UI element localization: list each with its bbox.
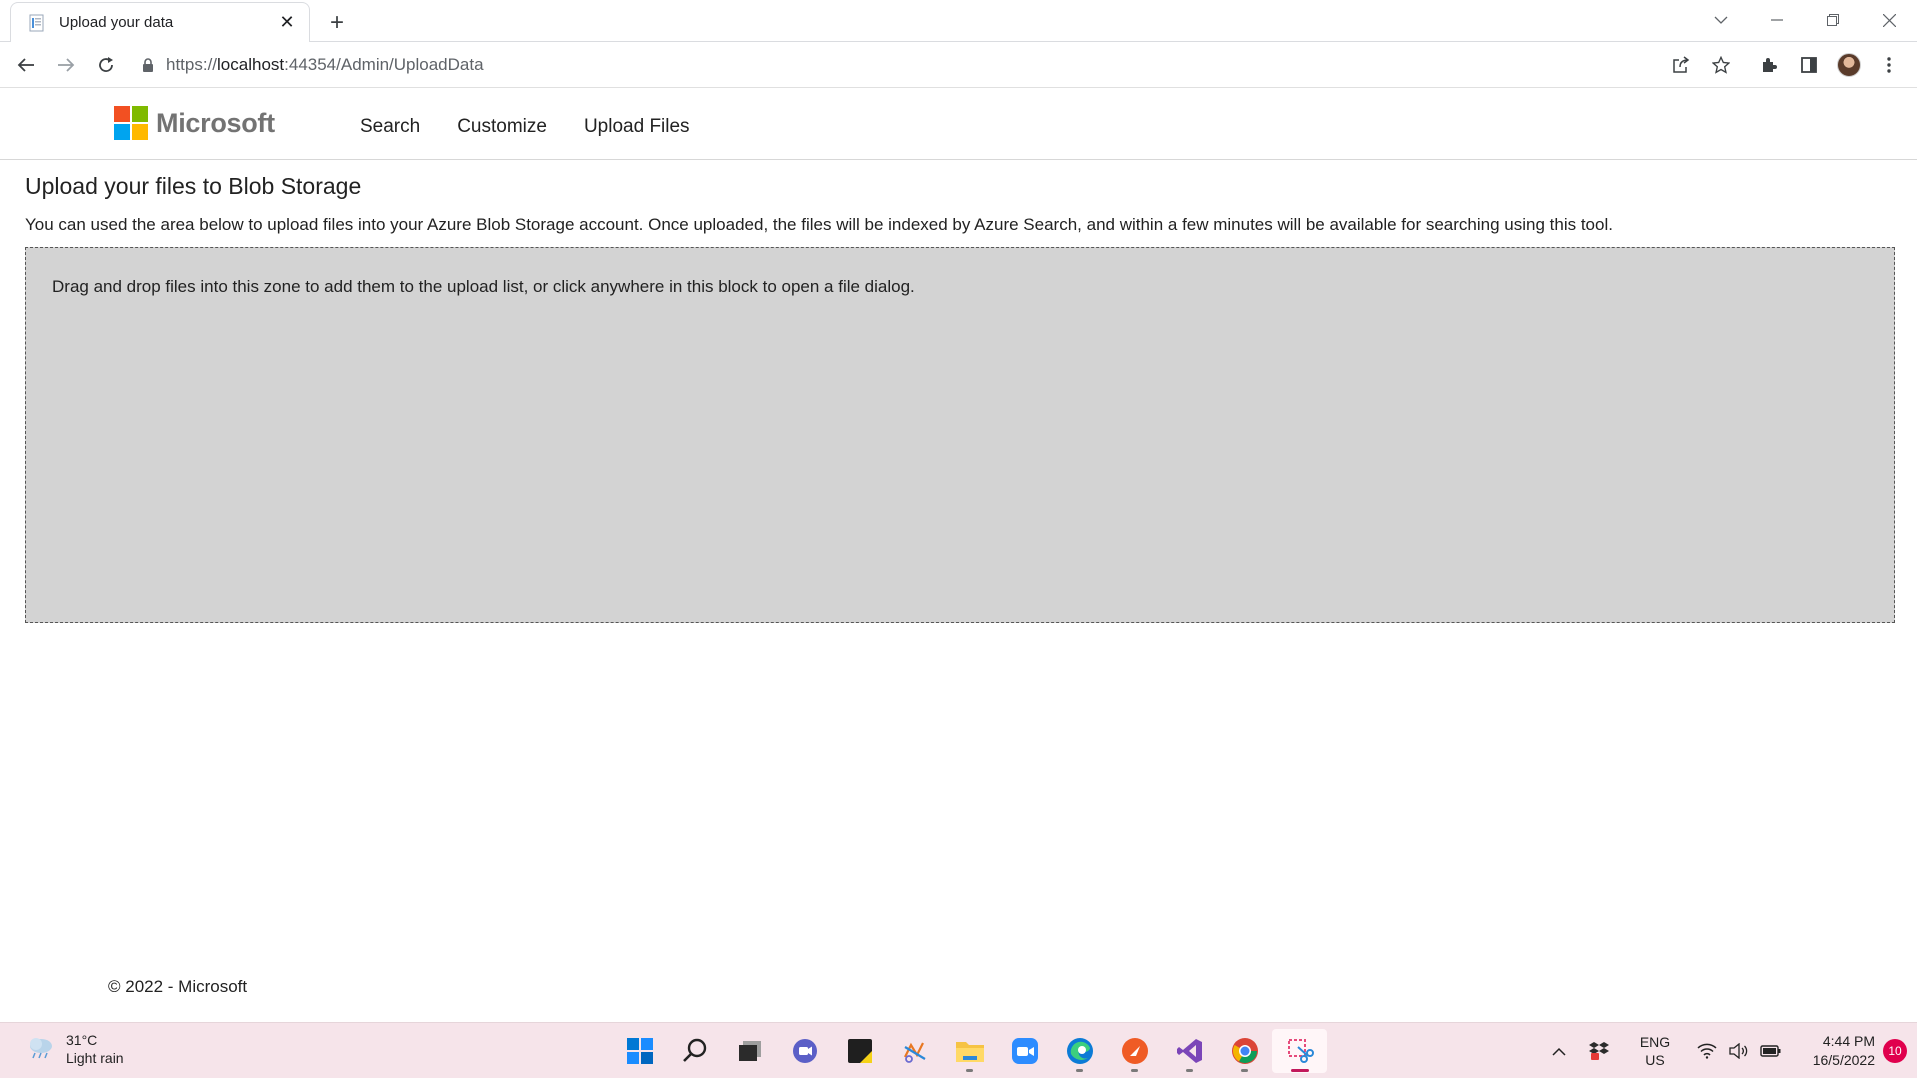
- page-favicon-icon: [27, 13, 47, 33]
- brand-name: Microsoft: [156, 107, 275, 138]
- clock[interactable]: 4:44 PM 16/5/2022: [1795, 1032, 1875, 1070]
- zoom-icon[interactable]: [997, 1029, 1052, 1073]
- teams-chat-icon[interactable]: [777, 1029, 832, 1073]
- nav-search[interactable]: Search: [360, 116, 420, 138]
- file-explorer-icon[interactable]: [942, 1029, 997, 1073]
- avatar: [1837, 52, 1861, 77]
- toolbar-actions: [1661, 45, 1909, 85]
- windows-taskbar: 31°C Light rain ENG US 4:44 PM 16/5/2022…: [0, 1022, 1917, 1078]
- chrome-icon[interactable]: [1217, 1029, 1272, 1073]
- forward-icon[interactable]: [46, 45, 86, 85]
- task-view-icon[interactable]: [722, 1029, 777, 1073]
- battery-charging-icon[interactable]: [1755, 1031, 1787, 1071]
- minimize-icon[interactable]: [1749, 0, 1805, 40]
- language-indicator[interactable]: ENG US: [1629, 1033, 1681, 1069]
- clock-time: 4:44 PM: [1822, 1033, 1875, 1049]
- notification-badge[interactable]: 10: [1883, 1039, 1907, 1063]
- reload-icon[interactable]: [86, 45, 126, 85]
- main-content: Upload your files to Blob Storage You ca…: [25, 160, 1895, 623]
- file-dropzone[interactable]: Drag and drop files into this zone to ad…: [25, 247, 1895, 623]
- taskbar-search-icon[interactable]: [667, 1029, 722, 1073]
- page-title: Upload your files to Blob Storage: [25, 173, 362, 199]
- extensions-icon[interactable]: [1749, 45, 1789, 85]
- browser-tab[interactable]: Upload your data ✕: [10, 2, 310, 42]
- wifi-icon[interactable]: [1691, 1031, 1723, 1071]
- page-description: You can used the area below to upload fi…: [25, 215, 1613, 234]
- profile-avatar[interactable]: [1829, 45, 1869, 85]
- region-code: US: [1645, 1052, 1665, 1068]
- edge-browser-icon[interactable]: [1052, 1029, 1107, 1073]
- bookmark-star-icon[interactable]: [1701, 45, 1741, 85]
- language-code: ENG: [1639, 1034, 1671, 1050]
- back-icon[interactable]: [6, 45, 46, 85]
- nav-customize[interactable]: Customize: [457, 116, 547, 138]
- browser-toolbar: https://localhost:44354/Admin/UploadData: [0, 42, 1917, 88]
- close-window-icon[interactable]: [1861, 0, 1917, 40]
- visual-studio-icon[interactable]: [1162, 1029, 1217, 1073]
- dropzone-message: Drag and drop files into this zone to ad…: [52, 277, 915, 296]
- microsoft-logo-icon: [114, 106, 148, 140]
- browser-tabstrip: Upload your data ✕ +: [0, 0, 1917, 42]
- share-icon[interactable]: [1661, 45, 1701, 85]
- weather-description: Light rain: [66, 1050, 124, 1066]
- brand-link[interactable]: Microsoft: [114, 106, 275, 140]
- tab-search-icon[interactable]: [1693, 0, 1749, 40]
- site-header: Microsoft Search Customize Upload Files: [0, 88, 1917, 160]
- system-tray: ENG US 4:44 PM 16/5/2022 10: [1543, 1023, 1917, 1079]
- window-controls: [1693, 0, 1917, 40]
- address-bar[interactable]: https://localhost:44354/Admin/UploadData: [132, 47, 1651, 83]
- volume-icon[interactable]: [1723, 1031, 1755, 1071]
- nav-upload-files[interactable]: Upload Files: [584, 116, 690, 138]
- sticky-notes-icon[interactable]: [832, 1029, 887, 1073]
- site-nav: Search Customize Upload Files: [360, 116, 727, 138]
- new-tab-icon[interactable]: +: [322, 8, 352, 38]
- taskbar-apps: [612, 1029, 1327, 1073]
- snipping-tool-icon[interactable]: [1272, 1029, 1327, 1073]
- side-panel-icon[interactable]: [1789, 45, 1829, 85]
- browser-menu-icon[interactable]: [1869, 45, 1909, 85]
- lock-icon[interactable]: [142, 57, 154, 72]
- url-host: localhost: [217, 54, 285, 74]
- start-menu-icon[interactable]: [612, 1029, 667, 1073]
- footer-copyright: © 2022 - Microsoft: [108, 977, 248, 996]
- weather-widget[interactable]: 31°C Light rain: [26, 1031, 124, 1067]
- close-tab-icon[interactable]: ✕: [275, 11, 299, 35]
- rain-cloud-icon: [26, 1034, 56, 1065]
- postman-icon[interactable]: [1107, 1029, 1162, 1073]
- tab-title: Upload your data: [59, 14, 174, 31]
- clock-date: 16/5/2022: [1812, 1052, 1875, 1068]
- url-prefix: https://: [166, 54, 218, 74]
- restore-icon[interactable]: [1805, 0, 1861, 40]
- url-path: :44354/Admin/UploadData: [284, 54, 484, 74]
- weather-temperature: 31°C: [66, 1032, 98, 1048]
- show-hidden-icons-chevron-up-icon[interactable]: [1543, 1031, 1575, 1071]
- snip-sketch-icon[interactable]: [887, 1029, 942, 1073]
- dropbox-icon[interactable]: [1583, 1031, 1615, 1071]
